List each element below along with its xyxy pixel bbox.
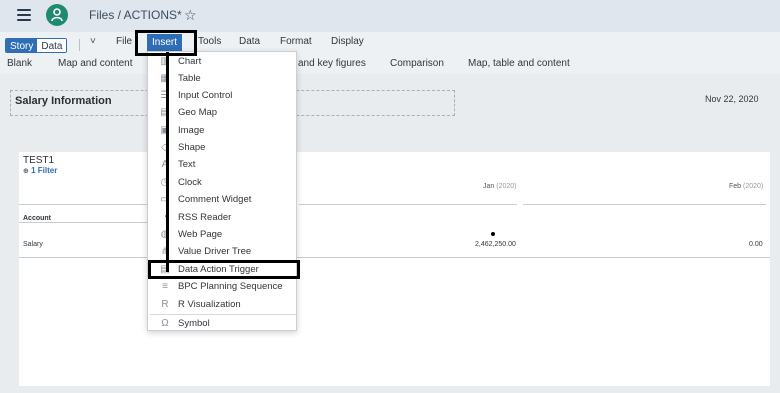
- comment-icon: ▭: [160, 194, 170, 205]
- column-feb-label: Feb: [729, 183, 742, 190]
- shell-bar: Files / ACTIONS* ☆: [0, 0, 780, 32]
- menu-item-label: Value Driver Tree: [178, 246, 252, 257]
- column-jan-label: Jan: [483, 183, 495, 190]
- menu-item-label: Image: [178, 125, 205, 136]
- filter-label: 1 Filter: [31, 166, 58, 175]
- menu-item-comment-widget[interactable]: ▭ Comment Widget: [148, 192, 298, 209]
- menu-data[interactable]: Data: [239, 36, 260, 47]
- r-icon: R: [161, 299, 169, 310]
- story-toggle[interactable]: Story: [6, 39, 38, 52]
- menu-display[interactable]: Display: [331, 36, 364, 47]
- input-control-icon: ☰: [160, 90, 170, 101]
- globe-icon: ◍: [160, 229, 170, 240]
- menu-item-clock[interactable]: ◷ Clock: [148, 175, 298, 192]
- cell-salary-jan[interactable]: 2,462,250.00: [475, 241, 516, 248]
- menu-item-table[interactable]: ▦ Table: [148, 71, 298, 88]
- filter-link[interactable]: ⊕ 1 Filter: [23, 166, 57, 175]
- annotation-line: [166, 52, 169, 272]
- user-icon: [51, 8, 63, 22]
- column-header-jan: Jan (2020): [483, 183, 516, 190]
- menu-item-chart[interactable]: ▥ Chart: [148, 54, 298, 71]
- tree-icon: ⋔: [160, 246, 170, 257]
- row-divider: [19, 257, 770, 258]
- menu-item-symbol[interactable]: Ω Symbol: [148, 316, 298, 333]
- header-divider-feb: [523, 204, 766, 205]
- avatar[interactable]: [46, 4, 68, 26]
- column-jan-year: (2020): [496, 183, 517, 190]
- data-toggle[interactable]: Data: [37, 39, 67, 52]
- menu-item-shape[interactable]: ◇ Shape: [148, 140, 298, 157]
- menu-item-label: Symbol: [178, 318, 210, 329]
- image-icon: ▣: [160, 125, 170, 136]
- header-divider-left: [19, 204, 149, 205]
- menu-file[interactable]: File: [116, 36, 132, 47]
- page-date: Nov 22, 2020: [705, 94, 759, 104]
- menu-item-geo-map[interactable]: ▤ Geo Map: [148, 105, 298, 122]
- menu-item-value-driver-tree[interactable]: ⋔ Value Driver Tree: [148, 244, 298, 261]
- insert-highlight-box: [135, 30, 197, 56]
- column-feb-year: (2020): [743, 183, 764, 190]
- menu-item-label: Geo Map: [178, 107, 218, 118]
- planning-sequence-icon: ≡: [162, 281, 168, 292]
- filter-icon: ⊕: [23, 168, 29, 175]
- clock-icon: ◷: [160, 177, 170, 188]
- chart-icon: ▥: [160, 56, 170, 67]
- breadcrumb: Files / ACTIONS*: [89, 8, 182, 22]
- column-header-feb: Feb (2020): [729, 183, 763, 190]
- menu-item-r-visualization[interactable]: R R Visualization: [148, 297, 298, 314]
- account-divider: [19, 222, 149, 223]
- cell-salary-feb[interactable]: 0.00: [749, 241, 763, 248]
- menu-item-label: Text: [178, 159, 196, 170]
- text-icon: A: [161, 159, 169, 170]
- menu-item-label: Chart: [178, 56, 202, 67]
- hamburger-menu-icon[interactable]: [17, 9, 31, 21]
- shape-icon: ◇: [161, 142, 169, 153]
- table-title: TEST1: [23, 155, 55, 166]
- menu-item-label: Table: [178, 73, 201, 84]
- table-icon: ▦: [160, 73, 170, 84]
- page-title: Salary Information: [15, 95, 112, 107]
- menu-tools[interactable]: Tools: [198, 36, 221, 47]
- layout-tabs: Blank Map and content and key figures Co…: [0, 54, 780, 74]
- row-label-salary: Salary: [23, 241, 43, 248]
- tab-map-and-content[interactable]: Map and content: [58, 58, 133, 69]
- header-divider-jan: [299, 204, 517, 205]
- menu-item-web-page[interactable]: ◍ Web Page: [148, 227, 298, 244]
- story-data-toggle[interactable]: Story Data: [5, 38, 68, 53]
- data-action-trigger-highlight-box: [148, 260, 300, 279]
- menu-item-label: Web Page: [178, 229, 223, 240]
- symbol-icon: Ω: [161, 318, 169, 329]
- insert-dropdown-menu: ▥ Chart ▦ Table ☰ Input Control ▤ Geo Map ▣ Image…: [147, 51, 297, 331]
- chevron-down-icon[interactable]: ˅: [90, 36, 96, 47]
- geo-map-icon: ▤: [160, 107, 170, 118]
- tab-map-table-content[interactable]: Map, table and content: [468, 58, 570, 69]
- table-widget[interactable]: TEST1 ⊕ 1 Filter Jan (2020) Feb (2020) A…: [19, 152, 770, 386]
- tab-blank[interactable]: Blank: [7, 58, 32, 69]
- row-header-account: Account: [23, 215, 51, 222]
- menu-item-rss-reader[interactable]: ◔ RSS Reader: [148, 210, 298, 227]
- menu-item-image[interactable]: ▣ Image: [148, 123, 298, 140]
- menu-item-label: BPC Planning Sequence: [178, 281, 283, 292]
- toolbar: Story Data ˅ File Tools Data Format Disp…: [0, 32, 780, 54]
- toolbar-divider: [79, 39, 80, 51]
- tab-key-figures[interactable]: and key figures: [298, 58, 366, 69]
- menu-item-label: Input Control: [178, 90, 233, 101]
- menu-item-input-control[interactable]: ☰ Input Control: [148, 88, 298, 105]
- tab-comparison[interactable]: Comparison: [390, 58, 444, 69]
- favorite-star-icon[interactable]: ☆: [184, 7, 197, 24]
- menu-item-label: Comment Widget: [178, 194, 252, 205]
- menu-divider: [150, 314, 296, 315]
- menu-item-text[interactable]: A Text: [148, 157, 298, 174]
- menu-item-label: RSS Reader: [178, 212, 232, 223]
- menu-item-label: R Visualization: [178, 299, 241, 310]
- menu-item-bpc-planning-sequence[interactable]: ≡ BPC Planning Sequence: [148, 279, 298, 296]
- rss-icon: ◔: [161, 212, 169, 223]
- menu-item-label: Clock: [178, 177, 202, 188]
- menu-item-label: Shape: [178, 142, 206, 153]
- cursor-dot: [491, 232, 495, 236]
- menu-format[interactable]: Format: [280, 36, 312, 47]
